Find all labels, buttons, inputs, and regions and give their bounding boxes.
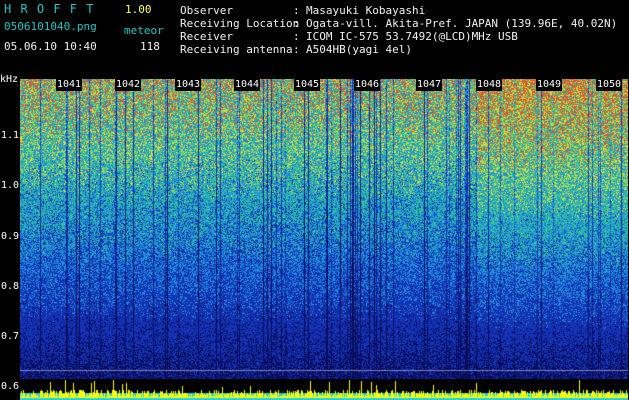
frequency-tick-label: 0.8 bbox=[1, 281, 20, 292]
frequency-tick-label: 1.0 bbox=[1, 180, 20, 191]
observer-value: Masayuki Kobayashi bbox=[306, 4, 426, 17]
frequency-tick-label: 0.7 bbox=[1, 331, 20, 342]
sep-1: : bbox=[293, 17, 300, 30]
sep-3: : bbox=[293, 43, 300, 56]
sep-0: : bbox=[293, 4, 300, 17]
signal-level-bar bbox=[20, 379, 628, 400]
location-label: Receiving Location bbox=[180, 17, 300, 30]
receiver-label: Receiver bbox=[180, 30, 233, 43]
minute-label: 1045 bbox=[294, 79, 321, 91]
frequency-tick-label: 1.1 bbox=[1, 130, 20, 141]
app-title: H R O F F T bbox=[4, 2, 95, 16]
minute-label: 1048 bbox=[476, 79, 503, 91]
minute-markers: 1041 1042 1043 1044 1045 1046 1047 1048 1049 1050 bbox=[20, 79, 628, 92]
minute-label: 1042 bbox=[115, 79, 142, 91]
observer-label: Observer bbox=[180, 4, 233, 17]
spectrogram-display[interactable] bbox=[20, 79, 628, 379]
minute-label: 1049 bbox=[536, 79, 563, 91]
location-value: Ogata-vill. Akita-Pref. JAPAN (139.96E, … bbox=[306, 17, 618, 30]
meteor-label: meteor bbox=[124, 24, 164, 37]
filename: 0506101040.png bbox=[4, 20, 97, 33]
minute-label: 1046 bbox=[354, 79, 381, 91]
antenna-value: A504HB(yagi 4el) bbox=[306, 43, 412, 56]
frequency-tick-label: 0.6 bbox=[1, 381, 20, 392]
frequency-axis: 1.1 1.0 0.9 0.8 0.7 0.6 bbox=[0, 74, 20, 400]
minute-label: 1043 bbox=[175, 79, 202, 91]
antenna-label: Receiving antenna bbox=[180, 43, 293, 56]
app-version: 1.00 bbox=[125, 3, 152, 16]
minute-label: 1041 bbox=[56, 79, 83, 91]
sep-2: : bbox=[293, 30, 300, 43]
meteor-count: 118 bbox=[140, 40, 160, 53]
receiver-value: ICOM IC-575 53.7492(@LCD)MHz USB bbox=[306, 30, 518, 43]
minute-label: 1044 bbox=[234, 79, 261, 91]
minute-label: 1047 bbox=[416, 79, 443, 91]
frequency-tick-label: 0.9 bbox=[1, 231, 20, 242]
minute-label: 1050 bbox=[596, 79, 623, 91]
datetime: 05.06.10 10:40 bbox=[4, 40, 97, 53]
